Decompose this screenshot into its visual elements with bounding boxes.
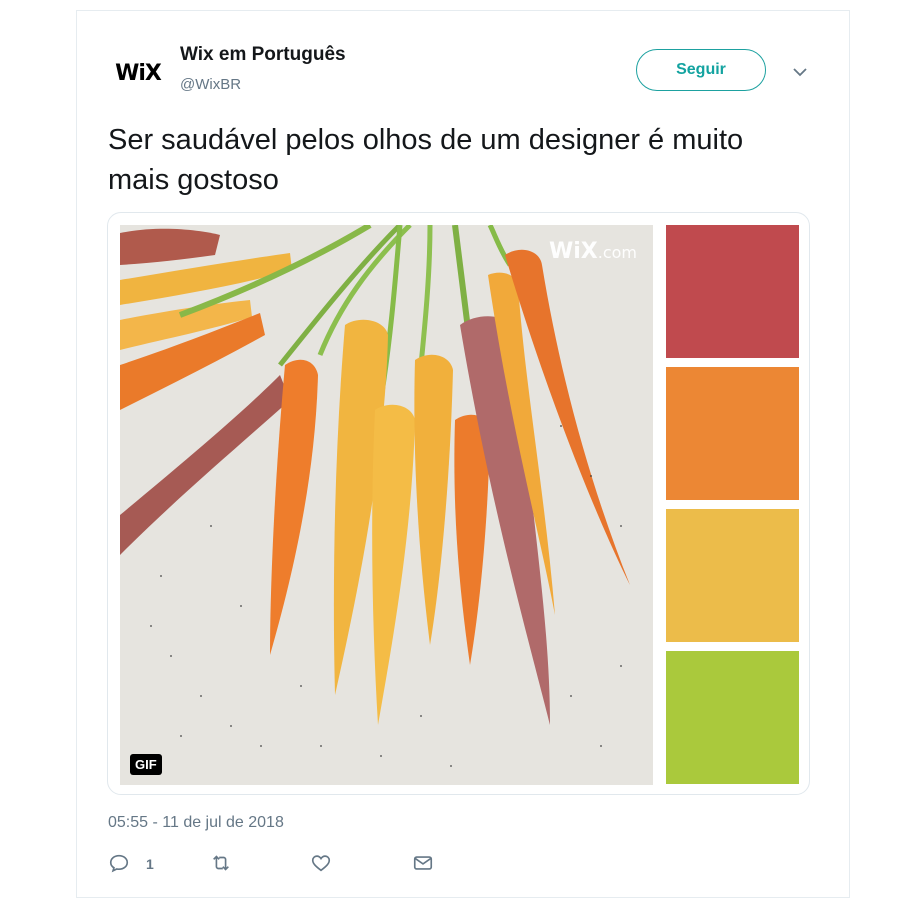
reply-icon (108, 854, 130, 878)
author-name[interactable]: Wix em Português (180, 44, 346, 66)
envelope-icon (412, 856, 434, 878)
tweet-text: Ser saudável pelos olhos de um designer … (108, 124, 744, 196)
watermark-main: WiX (548, 239, 598, 264)
carrots-illustration (120, 225, 653, 785)
follow-button[interactable]: Seguir (636, 49, 766, 91)
like-button[interactable] (310, 852, 332, 880)
author-handle[interactable]: @WixBR (180, 76, 241, 93)
palette-swatch-red (666, 225, 799, 358)
palette-swatch-yellow (666, 509, 799, 642)
tweet-timestamp[interactable]: 05:55 - 11 de jul de 2018 (108, 814, 284, 832)
heart-icon (310, 855, 332, 878)
palette-swatch-green (666, 651, 799, 784)
palette-swatch-orange (666, 367, 799, 500)
reply-button[interactable]: 1 (108, 852, 154, 880)
retweet-button[interactable] (210, 852, 232, 880)
gif-badge: GIF (130, 754, 162, 775)
avatar[interactable]: WiX (112, 58, 164, 90)
chevron-down-icon[interactable] (790, 62, 810, 82)
carrots-photo[interactable]: WiX.com GIF (120, 225, 653, 785)
reply-count: 1 (146, 856, 154, 872)
watermark-suffix: .com (597, 243, 637, 262)
retweet-icon (210, 855, 232, 878)
media-card[interactable]: WiX.com GIF (107, 212, 810, 795)
message-button[interactable] (412, 852, 434, 880)
wix-watermark: WiX.com (549, 239, 637, 264)
